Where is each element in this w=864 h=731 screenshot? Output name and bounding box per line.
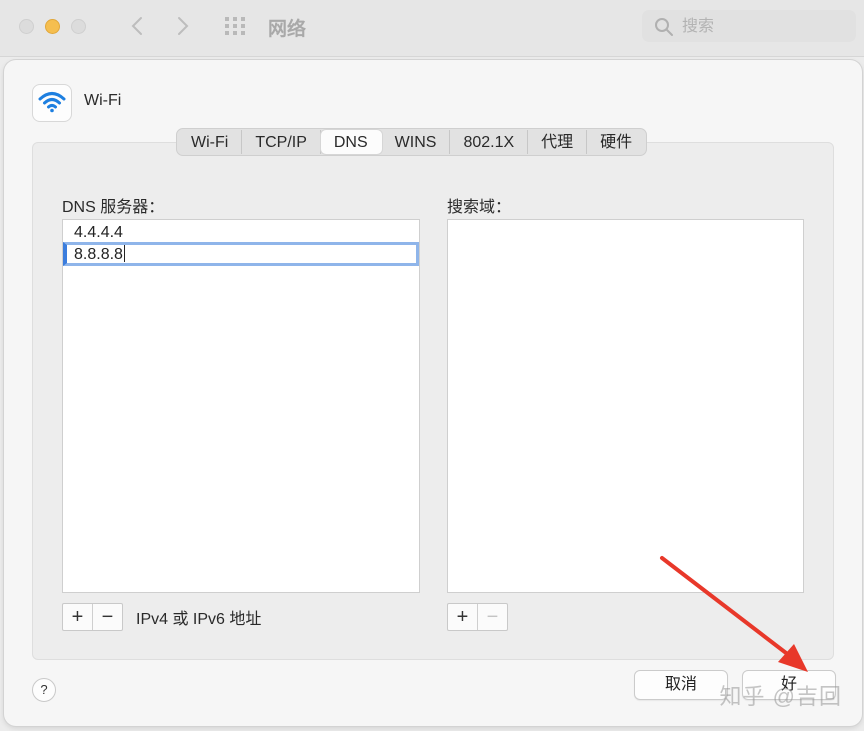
tab-wins[interactable]: WINS	[382, 130, 451, 154]
search-domain-add-remove-control: + −	[447, 603, 508, 631]
search-domains-label: 搜索域：	[447, 199, 512, 216]
search-field[interactable]	[642, 10, 856, 42]
remove-dns-server-button[interactable]: −	[92, 604, 122, 630]
search-domains-list[interactable]	[447, 219, 804, 593]
chevron-left-icon	[131, 17, 142, 35]
ok-button[interactable]: 好	[742, 670, 836, 700]
search-icon	[655, 18, 673, 36]
grid-icon	[225, 17, 245, 35]
dns-settings-sheet: Wi-Fi Wi-Fi TCP/IP DNS WINS 802.1X 代理 硬件…	[4, 60, 862, 726]
window-title: 网络	[268, 19, 307, 40]
text-caret	[123, 245, 125, 262]
tab-bar: Wi-Fi TCP/IP DNS WINS 802.1X 代理 硬件	[176, 128, 648, 156]
tab-tcpip[interactable]: TCP/IP	[242, 130, 321, 154]
dns-servers-label: DNS 服务器：	[62, 199, 165, 216]
interface-name: Wi-Fi	[84, 92, 122, 109]
tab-8021x[interactable]: 802.1X	[450, 130, 529, 154]
dns-add-remove-control: + −	[62, 603, 123, 631]
remove-search-domain-button[interactable]: −	[477, 604, 507, 630]
tab-dns[interactable]: DNS	[320, 130, 382, 154]
zoom-window-button[interactable]	[71, 19, 86, 34]
forward-button[interactable]	[170, 12, 196, 40]
title-bar: 网络	[0, 0, 864, 57]
dns-server-value: 4.4.4.4	[74, 224, 123, 241]
dns-server-row-editing[interactable]: 8.8.8.8	[63, 242, 419, 266]
tab-wifi[interactable]: Wi-Fi	[178, 130, 243, 154]
back-button[interactable]	[124, 12, 150, 40]
tab-hardware[interactable]: 硬件	[587, 130, 645, 154]
cancel-button[interactable]: 取消	[634, 670, 728, 700]
dns-server-edit-field[interactable]: 8.8.8.8	[74, 246, 123, 263]
search-input[interactable]	[680, 14, 844, 40]
add-dns-server-button[interactable]: +	[63, 604, 92, 630]
help-button[interactable]: ?	[32, 678, 56, 702]
dns-address-hint: IPv4 或 IPv6 地址	[136, 611, 262, 628]
tab-proxy[interactable]: 代理	[528, 130, 588, 154]
chevron-right-icon	[178, 17, 189, 35]
dns-servers-list[interactable]: 4.4.4.4 8.8.8.8	[62, 219, 420, 593]
wifi-icon	[38, 92, 66, 113]
add-search-domain-button[interactable]: +	[448, 604, 477, 630]
close-window-button[interactable]	[19, 19, 34, 34]
show-all-button[interactable]	[222, 14, 252, 38]
minimize-window-button[interactable]	[45, 19, 60, 34]
interface-icon-badge	[32, 84, 72, 122]
